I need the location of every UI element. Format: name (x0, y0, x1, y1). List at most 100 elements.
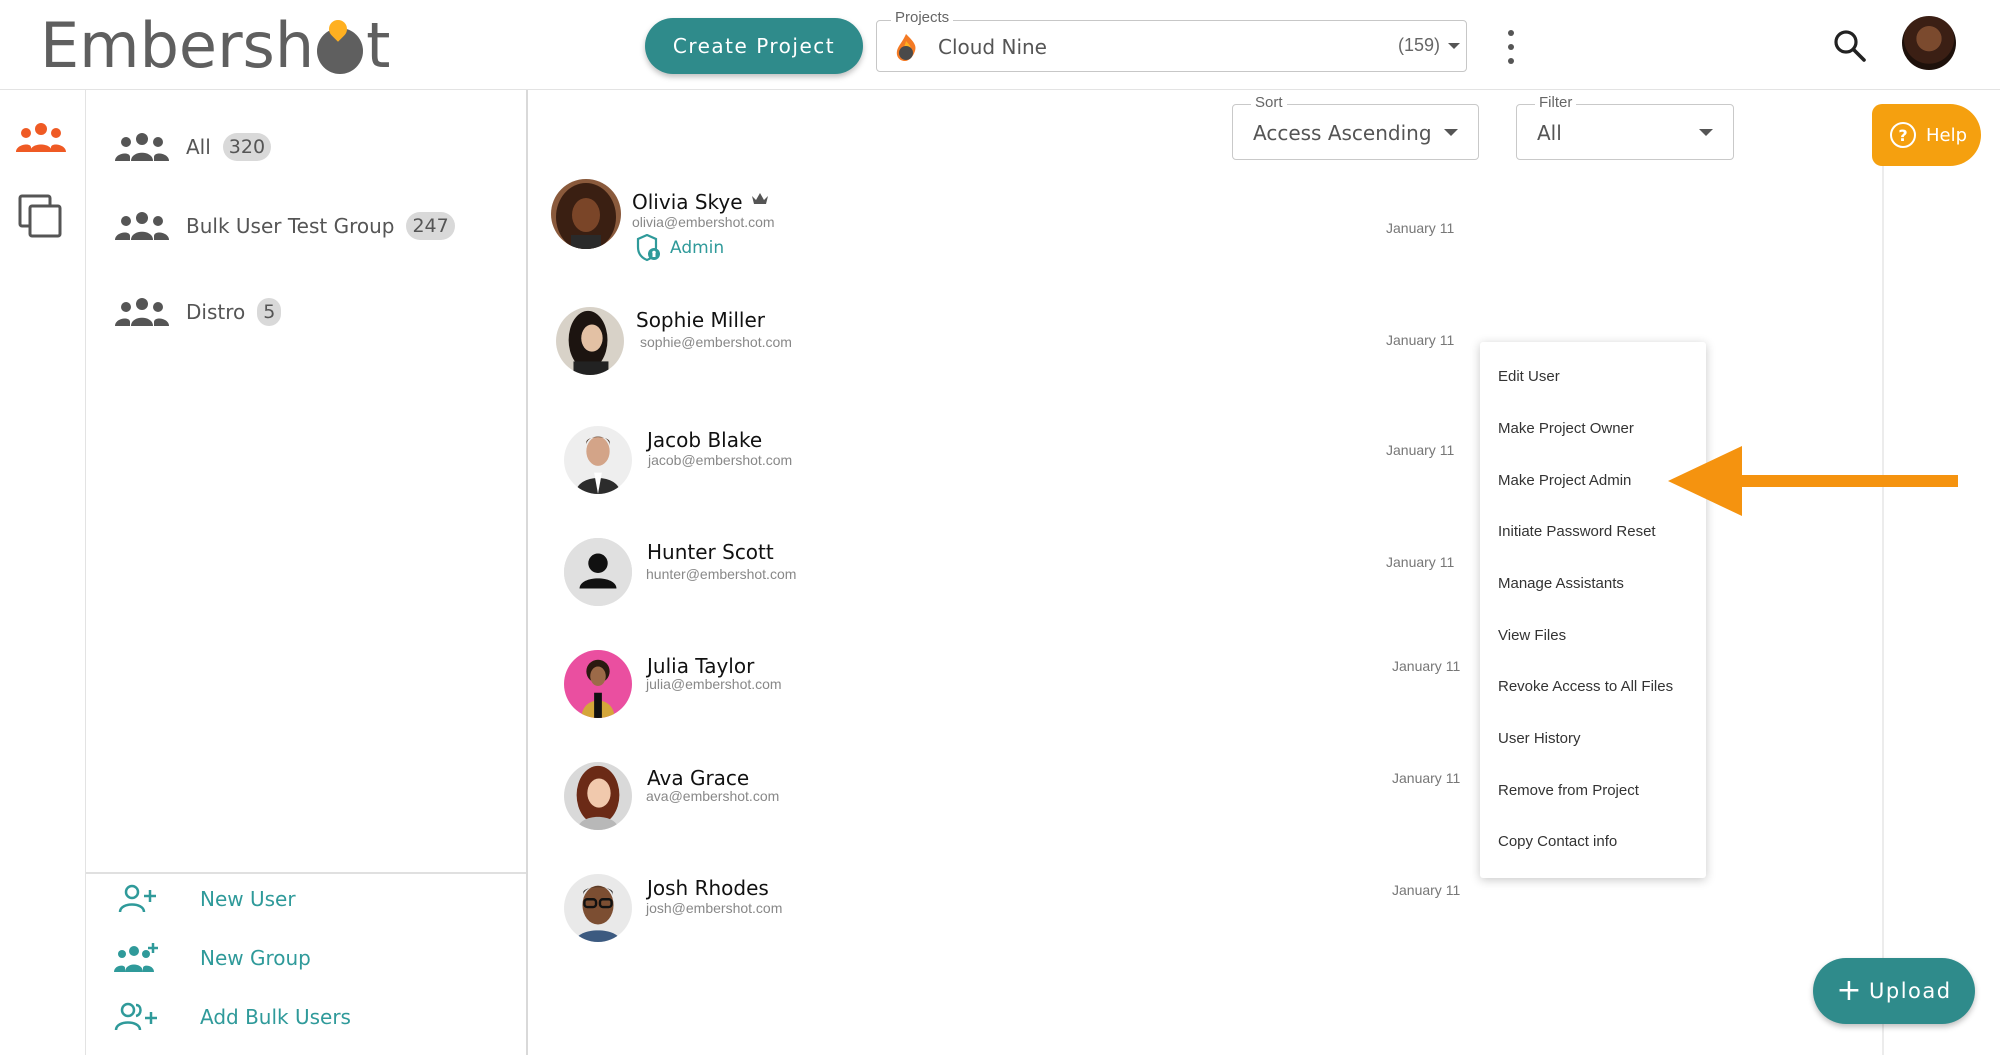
group-icon (115, 298, 169, 326)
help-label: Help (1926, 124, 1968, 146)
user-date: January 11 (1392, 658, 1461, 674)
user-date: January 11 (1386, 554, 1455, 570)
menu-item-user-history[interactable]: User History (1498, 730, 1581, 747)
sort-value: Access Ascending (1253, 121, 1432, 145)
search-icon[interactable] (1832, 28, 1868, 64)
default-user-icon (564, 538, 632, 606)
user-email: josh@embershot.com (646, 900, 783, 916)
upload-button[interactable]: + Upload (1813, 958, 1975, 1024)
user-email: jacob@embershot.com (648, 452, 793, 468)
user-email: hunter@embershot.com (646, 566, 797, 582)
user-name: Julia Taylor (647, 654, 755, 678)
group-icon (115, 212, 169, 240)
user-email: olivia@embershot.com (632, 214, 775, 230)
menu-item-edit-user[interactable]: Edit User (1498, 368, 1560, 385)
upload-label: Upload (1869, 979, 1952, 1003)
user-row[interactable]: Jacob Blake jacob@embershot.com January … (548, 424, 1468, 514)
user-avatar[interactable] (564, 538, 632, 606)
logo-flame-icon (317, 28, 364, 74)
chevron-down-icon (1699, 129, 1713, 136)
user-avatar[interactable] (564, 650, 632, 718)
user-row[interactable]: Sophie Miller sophie@embershot.com Janua… (548, 300, 1468, 390)
add-bulk-users-button[interactable]: Add Bulk Users (114, 997, 351, 1037)
group-item-distro[interactable]: Distro 5 (114, 290, 282, 334)
menu-item-view-files[interactable]: View Files (1498, 627, 1566, 644)
add-users-icon (114, 1002, 157, 1031)
filter-value: All (1537, 121, 1562, 145)
action-label: Add Bulk Users (200, 1005, 351, 1029)
chevron-down-icon (1448, 43, 1460, 49)
admin-role-tag: Admin (636, 234, 724, 262)
menu-item-manage-assistants[interactable]: Manage Assistants (1498, 575, 1624, 592)
user-row[interactable]: Hunter Scott hunter@embershot.com Januar… (548, 536, 1468, 626)
user-date: January 11 (1386, 442, 1455, 458)
user-photo (551, 179, 621, 249)
kebab-dot (1508, 30, 1514, 36)
user-date: January 11 (1392, 770, 1461, 786)
user-avatar[interactable] (564, 762, 632, 830)
group-icon (115, 133, 169, 161)
user-row[interactable]: Ava Grace ava@embershot.com January 11 (548, 760, 1468, 850)
user-date: January 11 (1386, 332, 1455, 348)
user-date: January 11 (1386, 220, 1455, 236)
group-count-badge: 247 (406, 212, 455, 240)
project-selector[interactable]: Projects Cloud Nine (159) (876, 9, 1467, 72)
sort-select[interactable]: Sort Access Ascending (1232, 94, 1479, 160)
menu-item-revoke-access[interactable]: Revoke Access to All Files (1498, 678, 1673, 695)
user-row[interactable]: Olivia Skye olivia@embershot.com Admin J… (548, 172, 1468, 262)
top-bar: Embersh t Create Project Projects Cloud N… (0, 0, 2000, 90)
user-name: Jacob Blake (647, 428, 763, 452)
crown-icon (752, 193, 768, 204)
menu-item-make-project-admin[interactable]: Make Project Admin (1498, 472, 1631, 489)
plus-icon: + (1836, 973, 1864, 1008)
user-email: ava@embershot.com (646, 788, 780, 804)
users-icon[interactable] (14, 118, 68, 162)
user-photo (564, 426, 632, 494)
divider (1882, 166, 1884, 1055)
new-group-button[interactable]: New Group (114, 938, 311, 978)
help-button[interactable]: ? Help (1872, 104, 1981, 166)
create-project-button[interactable]: Create Project (645, 18, 863, 74)
icon-rail (0, 90, 86, 1055)
user-row[interactable]: Julia Taylor julia@embershot.com January… (548, 648, 1468, 738)
user-email: sophie@embershot.com (640, 334, 792, 350)
user-avatar[interactable] (551, 179, 621, 249)
user-avatar[interactable] (564, 426, 632, 494)
menu-item-remove-from-project[interactable]: Remove from Project (1498, 782, 1639, 799)
copy-icon[interactable] (14, 194, 68, 238)
user-name: Olivia Skye (632, 190, 743, 214)
user-photo (564, 762, 632, 830)
group-item-bulk-user-test-group[interactable]: Bulk User Test Group 247 (114, 204, 455, 248)
user-photo (564, 874, 632, 942)
project-count: (159) (1397, 35, 1440, 55)
user-name: Ava Grace (647, 766, 750, 790)
more-vert-icon[interactable] (1502, 30, 1520, 64)
group-count-badge: 5 (257, 298, 282, 326)
user-avatar[interactable] (556, 307, 624, 375)
menu-item-copy-contact-info[interactable]: Copy Contact info (1498, 833, 1617, 850)
filter-select[interactable]: Filter All (1516, 94, 1734, 160)
user-name: Hunter Scott (647, 540, 774, 564)
user-row[interactable]: Josh Rhodes josh@embershot.com January 1… (548, 872, 1468, 962)
kebab-dot (1508, 44, 1514, 50)
filter-label: Filter (1535, 94, 1577, 111)
group-item-all[interactable]: All 320 (114, 125, 272, 169)
callout-arrow-icon (1668, 446, 1958, 516)
group-count-badge: 320 (222, 133, 272, 161)
menu-item-initiate-password-reset[interactable]: Initiate Password Reset (1498, 523, 1656, 540)
user-email: julia@embershot.com (646, 676, 782, 692)
new-user-button[interactable]: New User (114, 879, 296, 919)
groups-panel: All 320 Bulk User Test Group 247 Distro … (86, 90, 528, 1055)
sort-label: Sort (1251, 94, 1287, 111)
role-label: Admin (670, 238, 725, 258)
embershot-logo[interactable]: Embersh t (40, 9, 390, 82)
user-avatar[interactable] (564, 874, 632, 942)
kebab-dot (1508, 58, 1514, 64)
user-photo (564, 650, 632, 718)
project-selector-label: Projects (891, 9, 954, 26)
menu-item-make-project-owner[interactable]: Make Project Owner (1498, 420, 1634, 437)
divider (86, 872, 526, 874)
account-avatar[interactable] (1902, 16, 1956, 70)
help-icon: ? (1890, 122, 1916, 148)
add-group-icon (114, 943, 158, 972)
